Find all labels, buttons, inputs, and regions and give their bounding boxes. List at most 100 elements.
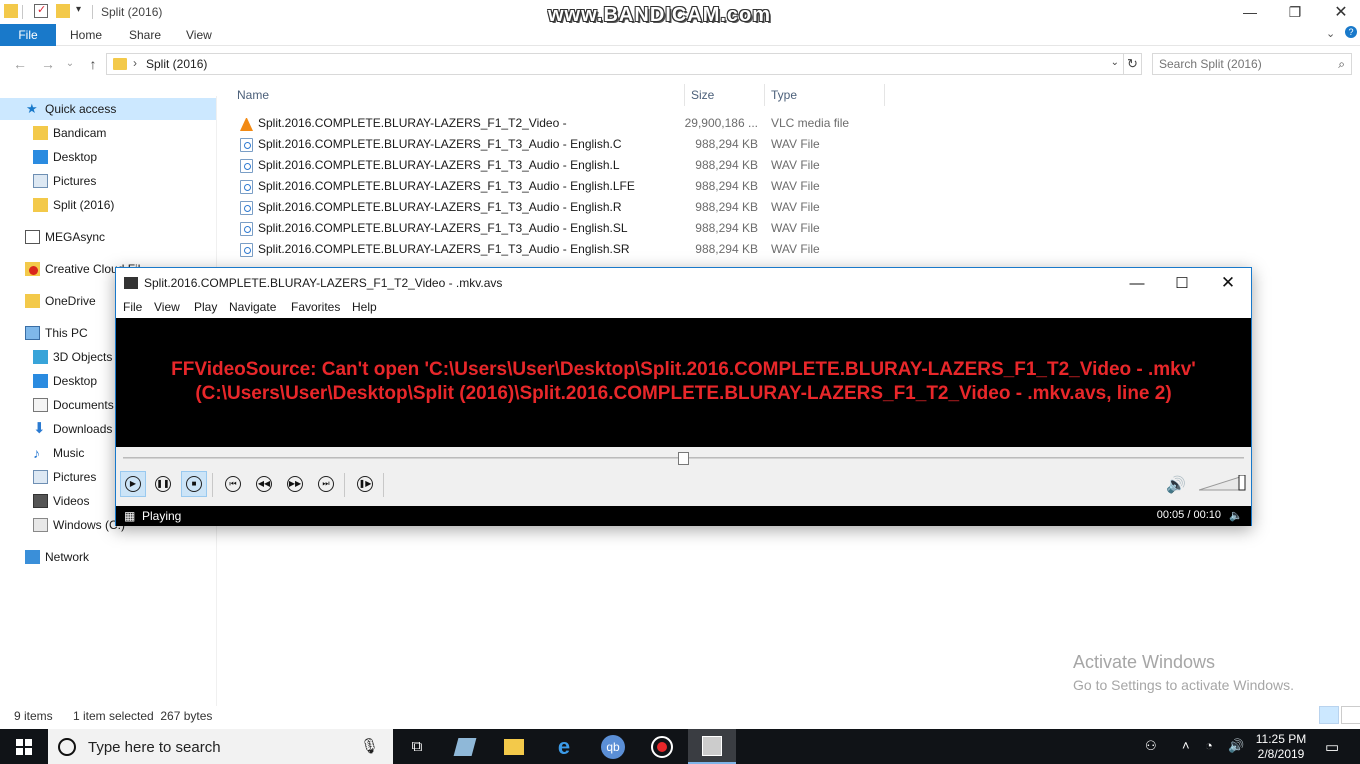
people-icon[interactable]: ⚇ (1145, 738, 1157, 754)
file-name: Split.2016.COMPLETE.BLURAY-LAZERS_F1_T3_… (258, 158, 620, 172)
address-path[interactable]: Split (2016) (146, 57, 207, 71)
previous-button[interactable]: ⏮ (220, 471, 246, 497)
divider (383, 473, 384, 497)
large-icons-view-button[interactable] (1341, 706, 1360, 724)
nav-split-2016[interactable]: Split (2016) (0, 194, 216, 216)
vlc-icon (240, 117, 253, 131)
file-type: WAV File (771, 179, 820, 193)
taskbar-media-player[interactable] (688, 729, 736, 764)
file-row[interactable]: Split.2016.COMPLETE.BLURAY-LAZERS_F1_T3_… (236, 197, 886, 218)
menu-favorites[interactable]: Favorites (291, 300, 340, 314)
file-size: 988,294 KB (695, 221, 758, 235)
taskbar-app-1[interactable] (441, 729, 489, 764)
nav-label: Split (2016) (53, 198, 115, 212)
restore-button[interactable]: ❐ (1272, 0, 1318, 24)
forward-button[interactable]: → (38, 55, 58, 73)
mute-icon[interactable]: 🔈 (1229, 509, 1243, 522)
next-button[interactable]: ⏭ (313, 471, 339, 497)
back-button[interactable]: ← (10, 55, 30, 73)
file-row[interactable]: Split.2016.COMPLETE.BLURAY-LAZERS_F1_T3_… (236, 134, 886, 155)
taskbar-internet-explorer[interactable]: e (540, 729, 588, 764)
nav-bandicam[interactable]: Bandicam (0, 122, 216, 144)
fast-forward-button[interactable]: ▶▶ (282, 471, 308, 497)
expand-ribbon-icon[interactable]: ⌄ (1326, 27, 1335, 40)
cube-icon (33, 350, 48, 364)
up-button[interactable]: ↑ (83, 55, 103, 73)
seek-thumb[interactable] (678, 452, 689, 465)
menu-view[interactable]: View (154, 300, 180, 314)
customize-toolbar-icon[interactable]: ▾ (76, 4, 81, 15)
file-row[interactable]: Split.2016.COMPLETE.BLURAY-LAZERS_F1_T2_… (236, 113, 886, 134)
search-icon[interactable]: ⌕ (1338, 57, 1345, 72)
search-input[interactable] (1159, 54, 1329, 74)
column-header-size[interactable]: Size (691, 85, 714, 105)
play-button[interactable]: ▶ (120, 471, 146, 497)
address-bar[interactable]: › Split (2016) ⌄ (106, 53, 1124, 75)
window-title: Split (2016) (101, 5, 163, 19)
file-size: 988,294 KB (695, 179, 758, 193)
nav-label: Pictures (53, 174, 97, 188)
nav-quick-access[interactable]: ★ Quick access (0, 98, 216, 120)
video-area[interactable]: FFVideoSource: Can't open 'C:\Users\User… (116, 318, 1251, 447)
nav-megasync[interactable]: MEGAsync (0, 226, 216, 248)
minimize-button[interactable]: — (1227, 0, 1273, 24)
menu-help[interactable]: Help (352, 300, 377, 314)
skip-back-icon: ⏮ (225, 476, 241, 492)
file-type: WAV File (771, 200, 820, 214)
nav-desktop[interactable]: Desktop (0, 146, 216, 168)
file-row[interactable]: Split.2016.COMPLETE.BLURAY-LAZERS_F1_T3_… (236, 239, 886, 260)
tab-file[interactable]: File (0, 24, 56, 46)
tab-share[interactable]: Share (115, 24, 175, 46)
microphone-icon[interactable]: 🎙 (360, 737, 379, 755)
file-name: Split.2016.COMPLETE.BLURAY-LAZERS_F1_T2_… (258, 116, 567, 130)
tab-home[interactable]: Home (56, 24, 116, 46)
tab-view[interactable]: View (172, 24, 226, 46)
desktop-icon (33, 150, 48, 164)
chevron-up-icon[interactable]: ˄ (1182, 738, 1190, 753)
taskbar-search-placeholder[interactable]: Type here to search (88, 739, 221, 756)
taskbar-file-explorer[interactable] (490, 729, 538, 764)
file-row[interactable]: Split.2016.COMPLETE.BLURAY-LAZERS_F1_T3_… (236, 155, 886, 176)
chevron-down-icon[interactable]: ⌄ (1111, 57, 1119, 68)
nav-pictures[interactable]: Pictures (0, 170, 216, 192)
player-maximize-button[interactable]: ☐ (1159, 268, 1205, 298)
file-name: Split.2016.COMPLETE.BLURAY-LAZERS_F1_T3_… (258, 221, 628, 235)
speaker-icon[interactable]: 🔊 (1166, 475, 1186, 495)
menu-play[interactable]: Play (194, 300, 217, 314)
help-icon[interactable]: ? (1345, 26, 1357, 38)
volume-icon[interactable]: 🔊 (1228, 738, 1244, 754)
search-box[interactable]: ⌕ (1152, 53, 1352, 75)
recent-locations-icon[interactable]: ⌄ (60, 55, 80, 73)
column-header-name[interactable]: Name (237, 85, 269, 105)
desktop-icon (33, 374, 48, 388)
file-row[interactable]: Split.2016.COMPLETE.BLURAY-LAZERS_F1_T3_… (236, 176, 886, 197)
network-status-icon[interactable]: ◔ (1205, 738, 1213, 753)
chevron-right-icon[interactable]: › (133, 56, 137, 70)
taskbar-search[interactable]: Type here to search 🎙 (48, 729, 393, 764)
notifications-icon[interactable]: ▭ (1325, 738, 1339, 756)
stop-button[interactable]: ■ (181, 471, 207, 497)
pictures-icon (33, 174, 48, 188)
close-button[interactable]: ✕ (1318, 0, 1360, 24)
pause-button[interactable]: ❚❚ (150, 471, 176, 497)
qbittorrent-icon: qb (601, 734, 625, 759)
volume-slider[interactable] (1199, 475, 1247, 491)
new-folder-icon[interactable] (56, 4, 70, 18)
nav-network[interactable]: Network (0, 546, 216, 568)
refresh-button[interactable]: ↻ (1124, 53, 1142, 75)
taskbar-bandicam[interactable] (638, 729, 686, 764)
column-header-type[interactable]: Type (771, 85, 797, 105)
player-close-button[interactable]: ✕ (1205, 268, 1251, 298)
frame-step-button[interactable]: ❚▶ (352, 471, 378, 497)
task-view-button[interactable]: ⧉ (393, 729, 441, 764)
taskbar-qbittorrent[interactable]: qb (589, 729, 637, 764)
taskbar-clock[interactable]: 11:25 PM 2/8/2019 (1255, 732, 1307, 762)
rewind-button[interactable]: ◀◀ (251, 471, 277, 497)
start-button[interactable] (0, 729, 48, 764)
properties-icon[interactable]: ✓ (34, 4, 48, 18)
file-row[interactable]: Split.2016.COMPLETE.BLURAY-LAZERS_F1_T3_… (236, 218, 886, 239)
player-minimize-button[interactable]: — (1114, 268, 1160, 298)
menu-navigate[interactable]: Navigate (229, 300, 276, 314)
details-view-button[interactable] (1319, 706, 1339, 724)
menu-file[interactable]: File (123, 300, 142, 314)
